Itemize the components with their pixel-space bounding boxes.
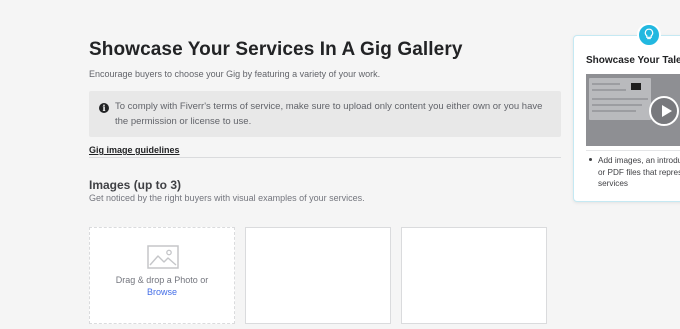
video-preview-image (589, 78, 651, 120)
gig-image-guidelines-link[interactable]: Gig image guidelines (89, 145, 180, 155)
play-icon[interactable] (649, 96, 679, 126)
images-section-description: Get noticed by the right buyers with vis… (89, 193, 365, 203)
divider (89, 157, 561, 158)
photo-icon (147, 245, 179, 269)
bullet-icon (589, 158, 592, 161)
tip-divider (586, 150, 680, 151)
drag-drop-text: Drag & drop a Photo or (115, 275, 209, 285)
terms-notice: i To comply with Fiverr's terms of servi… (89, 91, 561, 137)
tip-bullet-text: Add images, an introduction video, or PD… (598, 156, 680, 188)
image-upload-slot-3[interactable] (401, 227, 547, 324)
gig-gallery-page: Showcase Your Services In A Gig Gallery … (0, 0, 680, 329)
tip-panel: Showcase Your Talents Add images, an int… (573, 35, 680, 202)
lightbulb-glyph (644, 28, 654, 40)
tip-title: Showcase Your Talents (586, 55, 680, 66)
page-subtitle: Encourage buyers to choose your Gig by f… (89, 69, 381, 79)
images-section-title: Images (up to 3) (89, 178, 182, 192)
image-upload-slot-2[interactable] (245, 227, 391, 324)
notice-text: To comply with Fiverr's terms of service… (115, 101, 543, 127)
image-upload-slot-1[interactable]: Drag & drop a Photo or Browse (89, 227, 235, 324)
tip-video-thumbnail[interactable] (586, 74, 680, 146)
info-icon: i (99, 103, 109, 113)
browse-link[interactable]: Browse (90, 287, 234, 297)
page-title: Showcase Your Services In A Gig Gallery (89, 39, 463, 60)
lightbulb-icon[interactable] (637, 23, 661, 47)
